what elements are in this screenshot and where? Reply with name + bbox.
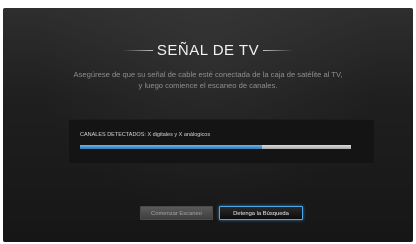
- tv-screen: SEÑAL DE TV Asegúrese de que su señal de…: [3, 8, 413, 242]
- scan-progress-fill: [80, 145, 262, 149]
- instructions-text: Asegúrese de que su señal de cable esté …: [15, 69, 401, 91]
- stop-search-button[interactable]: Detenga la Búsqueda: [219, 206, 303, 220]
- instruction-line-1: Asegúrese de que su señal de cable esté …: [73, 70, 343, 79]
- scan-panel: CANALES DETECTADOS: X digitales y X anál…: [68, 119, 375, 164]
- title-divider-right: [263, 49, 294, 51]
- title-divider-left: [122, 49, 153, 51]
- button-row: Comenzar Escaneo Detenga la Búsqueda: [3, 206, 413, 222]
- page-title: SEÑAL DE TV: [156, 41, 260, 59]
- scan-progress-bar: [80, 145, 351, 149]
- instruction-line-2: y luego comience el escaneo de canales.: [138, 81, 278, 90]
- channels-detected-label: CANALES DETECTADOS: X digitales y X anál…: [80, 132, 211, 138]
- title-row: SEÑAL DE TV: [3, 38, 413, 62]
- start-scan-button[interactable]: Comenzar Escaneo: [140, 206, 213, 220]
